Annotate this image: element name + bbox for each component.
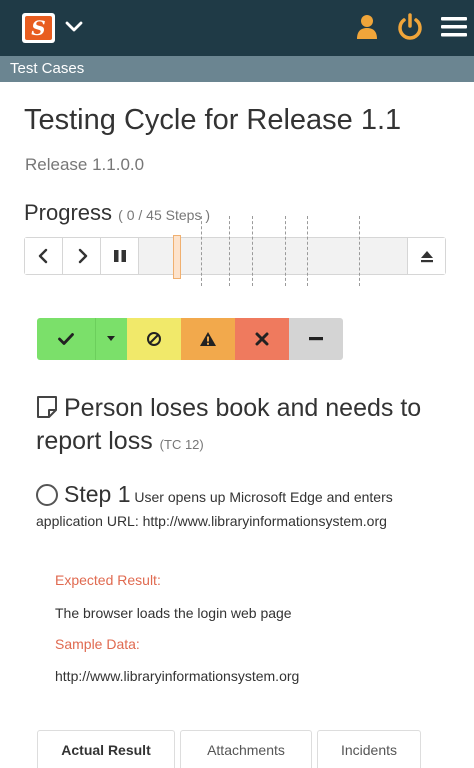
caret-down-icon [107, 336, 115, 341]
caution-button[interactable] [181, 318, 235, 360]
progress-label: Progress [24, 200, 113, 225]
chevron-right-icon [78, 248, 88, 264]
app-logo[interactable]: S [22, 13, 55, 43]
previous-step-button[interactable] [25, 238, 63, 274]
eject-icon [421, 251, 433, 263]
power-icon[interactable] [397, 13, 423, 41]
expected-result-value: The browser loads the login web page [55, 605, 292, 621]
step-status-buttons [37, 318, 343, 360]
menu-icon[interactable] [441, 16, 467, 38]
step-status-radio[interactable] [36, 484, 58, 506]
test-case-code: (TC 12) [159, 437, 204, 452]
step-label: Step 1 [64, 481, 131, 507]
eject-button[interactable] [407, 238, 445, 274]
pass-button[interactable] [37, 318, 95, 360]
progress-heading: Progress ( 0 / 45 Steps ) [24, 200, 210, 226]
step-player [24, 216, 446, 286]
top-navbar: S [0, 0, 474, 56]
warning-icon [200, 332, 216, 346]
step-marker[interactable] [359, 216, 360, 286]
not-applicable-button[interactable] [289, 318, 343, 360]
test-case-heading: Person loses book and needs to report lo… [36, 392, 456, 461]
pause-icon [114, 250, 126, 262]
test-case-icon [37, 396, 57, 418]
chevron-left-icon [38, 248, 48, 264]
tab-actual-result[interactable]: Actual Result [37, 730, 175, 768]
x-icon [255, 332, 269, 346]
expected-result-label: Expected Result: [55, 572, 161, 588]
test-step: Step 1 User opens up Microsoft Edge and … [36, 482, 456, 533]
step-marker[interactable] [285, 216, 286, 286]
sample-data-value: http://www.libraryinformationsystem.org [55, 668, 300, 684]
page-title: Testing Cycle for Release 1.1 [24, 104, 402, 136]
user-icon[interactable] [356, 14, 378, 40]
fail-button[interactable] [235, 318, 289, 360]
blocked-button[interactable] [127, 318, 181, 360]
chevron-down-icon[interactable] [64, 16, 84, 36]
check-icon [58, 333, 74, 345]
section-title[interactable]: Test Cases [10, 60, 84, 77]
step-marker[interactable] [201, 216, 202, 286]
minus-icon [309, 337, 323, 341]
tab-attachments[interactable]: Attachments [180, 730, 312, 768]
progress-steps: ( 0 / 45 Steps ) [118, 207, 210, 223]
pass-dropdown-button[interactable] [95, 318, 127, 360]
test-case-name[interactable]: Person loses book and needs to report lo… [36, 394, 421, 455]
tab-incidents[interactable]: Incidents [317, 730, 421, 768]
blocked-icon [147, 332, 161, 346]
logo-letter: S [31, 16, 46, 40]
pause-button[interactable] [101, 238, 139, 274]
next-step-button[interactable] [63, 238, 101, 274]
step-marker[interactable] [307, 216, 308, 286]
current-step-marker[interactable] [173, 235, 181, 279]
step-marker[interactable] [229, 216, 230, 286]
sample-data-label: Sample Data: [55, 636, 140, 652]
release-name[interactable]: Release 1.1.0.0 [25, 155, 144, 175]
section-bar: Test Cases [0, 56, 474, 82]
step-marker[interactable] [252, 216, 253, 286]
